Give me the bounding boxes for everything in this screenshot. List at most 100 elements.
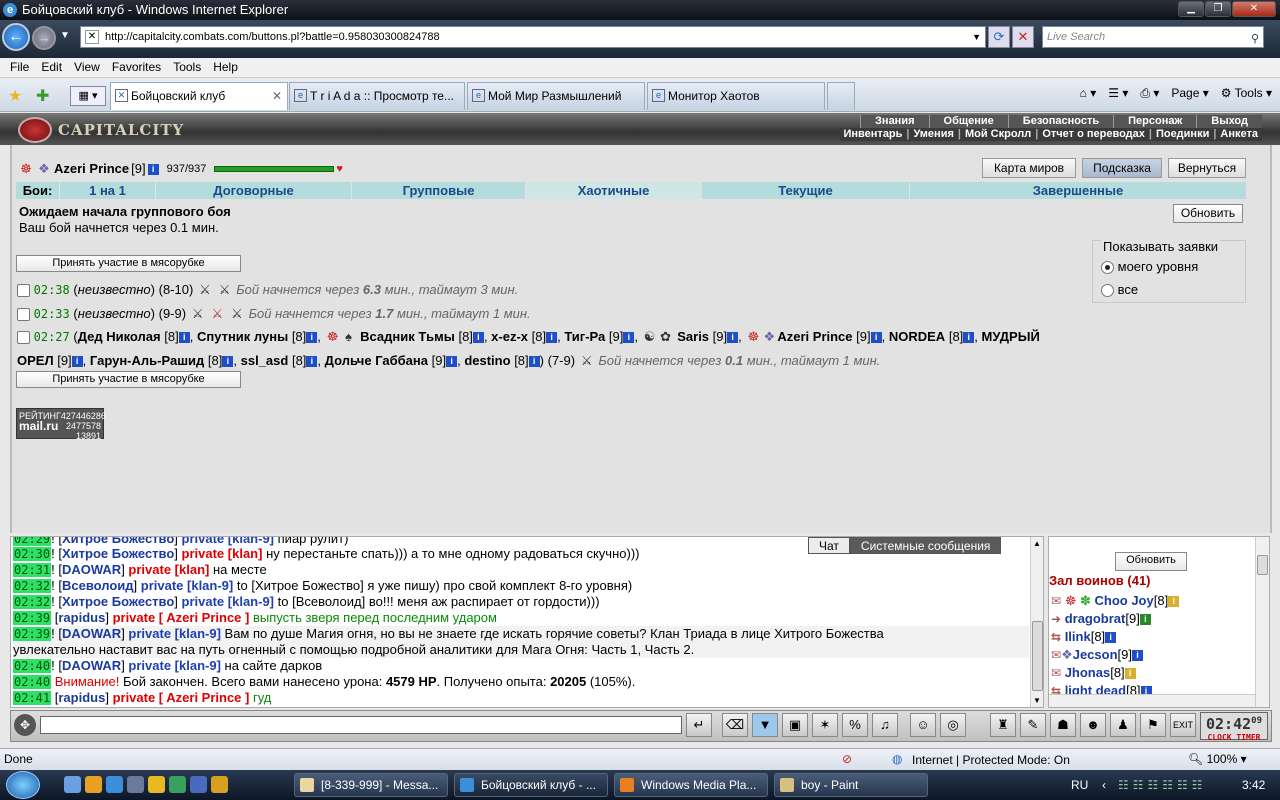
send-icon[interactable]: ↵ xyxy=(686,713,712,737)
app-icon[interactable] xyxy=(190,776,207,793)
menu-tools[interactable]: Tools xyxy=(167,58,207,77)
info-icon[interactable]: i xyxy=(222,356,234,368)
percent-icon[interactable]: % xyxy=(842,713,868,737)
smiley-icon[interactable]: ☺ xyxy=(910,713,936,737)
warriors-refresh-button[interactable]: Обновить xyxy=(1115,552,1187,571)
fight-player[interactable]: МУДРЫЙ xyxy=(982,329,1040,344)
fight-player[interactable]: NORDEA xyxy=(889,329,945,344)
info-icon[interactable]: i xyxy=(446,356,458,368)
warrior-item[interactable]: ✉❖Jecson[9] i xyxy=(1051,647,1143,663)
hint-button[interactable]: Подсказка xyxy=(1082,158,1162,178)
chat-nick[interactable]: Хитрое Божество xyxy=(62,594,174,609)
warrior-name[interactable]: Jhonas xyxy=(1065,665,1111,680)
menu-file[interactable]: File xyxy=(4,58,35,77)
warriors-scrollbar[interactable] xyxy=(1255,537,1269,707)
nav-communication[interactable]: Общение xyxy=(928,115,1008,128)
fight-nav-group[interactable]: Групповые xyxy=(352,182,526,199)
search-input[interactable]: Live Search ⚲ xyxy=(1042,26,1264,48)
player-name[interactable]: Azeri Prince xyxy=(54,160,129,178)
favorites-star-icon[interactable]: ★ xyxy=(8,86,22,106)
tab-fight-club[interactable]: ✕ Бойцовский клуб ✕ xyxy=(110,82,288,110)
refresh-button[interactable]: Обновить xyxy=(1173,204,1243,223)
chat-time[interactable]: 02:31 xyxy=(13,563,52,577)
fight-select-radio[interactable] xyxy=(17,308,30,322)
info-icon[interactable]: i xyxy=(1168,596,1180,608)
tab-chat[interactable]: Чат xyxy=(808,537,850,554)
info-icon[interactable]: i xyxy=(870,332,882,344)
address-bar[interactable]: ✕ http://capitalcity.combats.com/buttons… xyxy=(80,26,986,48)
messenger-icon[interactable] xyxy=(169,776,186,793)
chat-private-tag[interactable]: private [klan-9] xyxy=(141,578,233,593)
chat-mode-icon[interactable]: ✥ xyxy=(14,714,36,736)
warrior-name[interactable]: Jecson xyxy=(1073,647,1118,662)
chat-input[interactable] xyxy=(40,716,682,734)
app-icon[interactable] xyxy=(148,776,165,793)
private-arrow-icon[interactable]: ✉ xyxy=(1051,648,1061,662)
tab-triada[interactable]: e T r i A d a :: Просмотр те... xyxy=(289,82,465,110)
chat-private-tag[interactable]: private [klan] xyxy=(182,546,263,561)
task-messenger[interactable]: [8-339-999] - Messa... xyxy=(294,773,448,797)
fight-player[interactable]: Saris xyxy=(677,329,709,344)
fight-player[interactable]: Всадник Тьмы xyxy=(360,329,455,344)
eraser-icon[interactable]: ⌫ xyxy=(722,713,748,737)
fight-player[interactable]: Дольче Габбана xyxy=(325,353,428,368)
search-icon[interactable]: ⚲ xyxy=(1251,29,1259,49)
rating-counter[interactable]: РЕЙТИНГ427446286 mail.ru 2477578 13891 xyxy=(16,408,106,441)
language-indicator[interactable]: RU xyxy=(1071,770,1088,800)
nav-duels[interactable]: Поединки xyxy=(1152,128,1213,141)
menu-help[interactable]: Help xyxy=(207,58,244,77)
nav-security[interactable]: Безопасность xyxy=(1007,115,1114,128)
scroll-icon[interactable]: ✎ xyxy=(1020,713,1046,737)
scroll-down-icon[interactable]: ▼ xyxy=(1033,696,1041,705)
sound-icon[interactable]: ♫ xyxy=(872,713,898,737)
home-icon[interactable]: ⌂ ▾ xyxy=(1080,84,1097,102)
warrior-name[interactable]: Ilink xyxy=(1065,629,1091,644)
fight-nav-chaotic[interactable]: Хаотичные xyxy=(526,182,702,199)
tab-system-messages[interactable]: Системные сообщения xyxy=(849,537,1002,554)
portrait-icon[interactable]: ☻ xyxy=(1080,713,1106,737)
chat-scrollbar[interactable]: ▲ ▼ xyxy=(1030,537,1043,707)
fight-nav-current[interactable]: Текущие xyxy=(702,182,910,199)
info-icon[interactable]: i xyxy=(1132,650,1143,662)
flag-icon[interactable]: ⚑ xyxy=(1140,713,1166,737)
radio-my-level[interactable] xyxy=(1101,261,1114,275)
refresh-icon[interactable]: ⟳ xyxy=(988,26,1010,48)
fight-player[interactable]: Azeri Prince xyxy=(777,329,852,344)
chat-private-tag[interactable]: private [klan-9] xyxy=(182,594,274,609)
chat-scroll-thumb[interactable] xyxy=(1032,621,1043,691)
chat-nick[interactable]: rapidus xyxy=(58,610,105,625)
history-dropdown-icon[interactable]: ▼ xyxy=(60,30,70,41)
tray-icons[interactable]: ☷☷☷☷☷☷ xyxy=(1118,770,1207,800)
save-icon[interactable]: ▣ xyxy=(782,713,808,737)
chat-private-tag[interactable]: private [klan-9] xyxy=(128,626,220,641)
chat-time[interactable]: 02:30 xyxy=(13,547,52,561)
fighter-icon[interactable]: ✶ xyxy=(812,713,838,737)
fight-player[interactable]: ОРЕЛ xyxy=(17,353,54,368)
show-option-my-level[interactable]: моего уровня xyxy=(1101,259,1198,275)
start-button[interactable] xyxy=(6,771,40,799)
chat-nick[interactable]: DAOWAR xyxy=(62,562,121,577)
back-arrow-icon[interactable]: ← xyxy=(2,23,30,51)
fight-select-radio[interactable] xyxy=(17,331,30,345)
private-arrow-icon[interactable]: ✉ xyxy=(1051,594,1061,608)
nav-scroll[interactable]: Мой Скролл xyxy=(961,128,1035,141)
exit-icon[interactable]: EXIT xyxy=(1170,713,1196,737)
info-icon[interactable]: i xyxy=(1105,632,1117,644)
chat-private-tag[interactable]: private [ Azeri Prince ] xyxy=(113,610,250,625)
fight-nav-1v1[interactable]: 1 на 1 xyxy=(60,182,156,199)
fight-select-radio[interactable] xyxy=(17,284,30,298)
warriors-scroll-thumb[interactable] xyxy=(1257,555,1268,575)
fight-player[interactable]: Гарун-Аль-Рашид xyxy=(90,353,204,368)
chat-private-tag[interactable]: private [klan] xyxy=(128,562,209,577)
add-favorite-icon[interactable]: ✚ xyxy=(36,86,49,106)
chat-time[interactable]: 02:40 xyxy=(13,675,52,689)
chat-time[interactable]: 02:32 xyxy=(13,595,52,609)
nav-transfers[interactable]: Отчет о переводах xyxy=(1038,128,1149,141)
chat-nick[interactable]: Хитрое Божество xyxy=(62,537,174,546)
warrior-item[interactable]: ✉ Jhonas[8] i xyxy=(1051,665,1136,681)
warrior-item[interactable]: ✉ ☸ ✽ Choo Joy[8] i xyxy=(1051,593,1180,609)
tools-menu[interactable]: ⚙ Tools ▾ xyxy=(1221,84,1272,102)
tab-my-world[interactable]: e Мой Мир Размышлений xyxy=(467,82,645,110)
info-icon[interactable]: i xyxy=(546,332,558,344)
fight-player[interactable]: destino xyxy=(464,353,510,368)
